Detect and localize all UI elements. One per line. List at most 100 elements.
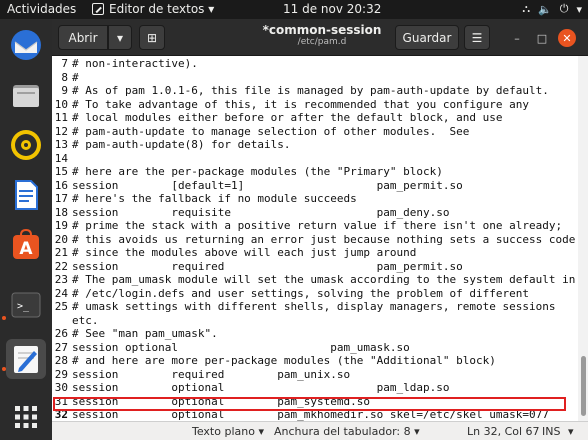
maximize-button[interactable]: □: [533, 29, 551, 47]
line-number: 23: [54, 273, 68, 286]
tray-menu-icon: ▾: [576, 2, 582, 16]
power-icon: ⏻: [559, 2, 569, 15]
code-line[interactable]: 21 # since the modules above will each ju…: [52, 246, 417, 260]
code-line[interactable]: 7 # non-interactive).: [52, 57, 198, 71]
open-button[interactable]: Abrir: [58, 25, 108, 50]
line-number: 14: [54, 151, 68, 165]
system-tray[interactable]: ⛬ 🔈 ⏻ ▾: [522, 2, 582, 16]
dock-thunderbird[interactable]: [6, 25, 46, 65]
line-text: # As of pam 1.0.1-6, this file is manage…: [72, 84, 549, 97]
line-text: # non-interactive).: [72, 57, 198, 70]
code-line[interactable]: 23 # The pam_umask module will set the um…: [52, 273, 576, 287]
tab-width-selector[interactable]: Anchura del tabulador: 8 ▾: [274, 425, 420, 438]
open-recent-dropdown[interactable]: ▾: [108, 25, 132, 50]
line-number: 29: [54, 367, 68, 381]
code-line[interactable]: 11 # local modules either before or after…: [52, 111, 503, 125]
app-menu-label: Editor de textos ▾: [109, 2, 215, 16]
show-applications[interactable]: [6, 397, 46, 437]
dock-software[interactable]: A: [6, 225, 46, 265]
cursor-position[interactable]: Ln 32, Col 67: [467, 425, 540, 438]
scrollbar-thumb[interactable]: [581, 356, 586, 416]
text-editor-icon: [14, 346, 38, 373]
code-line[interactable]: 15 # here are the per-package modules (th…: [52, 165, 443, 179]
line-text: # and here are more per-package modules …: [72, 354, 496, 367]
line-text: # this avoids us returning an error just…: [72, 232, 576, 246]
top-bar: Actividades Editor de textos ▾ 11 de nov…: [0, 0, 588, 19]
line-number: 26: [54, 327, 68, 340]
activities-button[interactable]: Actividades: [7, 2, 76, 16]
line-number: 20: [54, 232, 68, 246]
code-line[interactable]: 26 # See "man pam_umask".: [52, 327, 218, 341]
line-number: 27: [54, 340, 68, 354]
files-icon: [13, 85, 39, 107]
code-line[interactable]: 25 # umask settings with different shells…: [52, 300, 556, 314]
dock: A >_: [0, 19, 52, 440]
clock[interactable]: 11 de nov 20:32: [283, 2, 381, 16]
code-line[interactable]: 27 session optional pam_umask.so: [52, 341, 410, 355]
close-icon: ✕: [562, 31, 572, 45]
open-button-label: Abrir: [68, 30, 98, 45]
code-line[interactable]: etc.: [52, 314, 99, 328]
menu-button[interactable]: ☰: [464, 25, 490, 50]
dock-files[interactable]: [6, 75, 46, 115]
text-editor-icon: [92, 3, 104, 15]
line-text: session requisite pam_deny.so: [72, 205, 450, 219]
line-number: 9: [61, 84, 68, 97]
line-number: 19: [54, 219, 68, 232]
dock-writer[interactable]: [6, 175, 46, 215]
code-line[interactable]: 30 session optional pam_ldap.so: [52, 381, 450, 395]
document-title: *common-session: [262, 23, 382, 37]
line-number: 13: [54, 138, 68, 151]
app-menu[interactable]: Editor de textos ▾: [92, 2, 214, 16]
code-line[interactable]: 29 session required pam_unix.so: [52, 368, 350, 382]
code-line[interactable]: 12 # pam-auth-update to manage selection …: [52, 125, 470, 139]
vertical-scrollbar[interactable]: [578, 56, 588, 421]
line-number: 10: [54, 97, 68, 111]
code-line[interactable]: 17 # here's the fallback if no module suc…: [52, 192, 357, 206]
code-line[interactable]: 20 # this avoids us returning an error ju…: [52, 232, 576, 247]
line-number: 30: [54, 381, 68, 394]
dock-text-editor[interactable]: [6, 339, 46, 379]
save-button-label: Guardar: [402, 30, 452, 45]
syntax-selector[interactable]: Texto plano ▾: [192, 425, 264, 438]
insert-mode[interactable]: INS: [542, 425, 560, 438]
dock-terminal[interactable]: >_: [6, 285, 46, 325]
code-line[interactable]: 24 # /etc/login.defs and user settings, s…: [52, 287, 529, 301]
save-button[interactable]: Guardar: [395, 25, 459, 50]
new-tab-button[interactable]: ⊞: [139, 25, 165, 50]
document-path: /etc/pam.d: [297, 37, 347, 47]
insert-mode-dropdown[interactable]: ▾: [568, 425, 574, 438]
code-line[interactable]: 28 # and here are more per-package module…: [52, 354, 496, 368]
line-number: 28: [54, 354, 68, 367]
code-line[interactable]: 16 session [default=1] pam_permit.so: [52, 179, 463, 193]
line-text: # /etc/login.defs and user settings, sol…: [72, 286, 529, 300]
line-text: session required pam_unix.so: [72, 367, 351, 381]
close-button[interactable]: ✕: [558, 29, 576, 47]
line-number: 18: [54, 205, 68, 219]
code-line[interactable]: 14: [52, 152, 72, 166]
header-bar: Abrir ▾ ⊞ *common-session /etc/pam.d Gua…: [52, 19, 588, 56]
dock-rhythmbox[interactable]: [6, 125, 46, 165]
code-line[interactable]: 18 session requisite pam_deny.so: [52, 206, 450, 220]
minimize-icon: –: [514, 31, 520, 45]
code-line[interactable]: 8 #: [52, 71, 78, 85]
line-text: # here are the per-package modules (the …: [72, 165, 443, 178]
new-tab-icon: ⊞: [146, 30, 158, 45]
minimize-button[interactable]: –: [508, 29, 526, 47]
terminal-icon: >_: [11, 292, 41, 318]
hamburger-menu-icon: ☰: [471, 30, 483, 45]
text-view[interactable]: 7 # non-interactive). 8 #9 # As of pam 1.0.1…: [52, 56, 588, 421]
line-text: session [default=1] pam_permit.so: [72, 178, 463, 192]
code-line[interactable]: 13 # pam-auth-update(8) for details.: [52, 138, 291, 152]
line-text: session optional pam_ldap.so: [72, 381, 450, 394]
code-line[interactable]: 22 session required pam_permit.so: [52, 260, 463, 274]
code-line[interactable]: 9 # As of pam 1.0.1-6, this file is manag…: [52, 84, 549, 98]
code-line[interactable]: 19 # prime the stack with a positive retu…: [52, 219, 562, 233]
rhythmbox-icon: [11, 130, 41, 160]
status-bar: Texto plano ▾ Anchura del tabulador: 8 ▾…: [52, 421, 588, 440]
line-text: # See "man pam_umask".: [72, 327, 218, 340]
line-number: 17: [54, 192, 68, 205]
code-line[interactable]: 10 # To take advantage of this, it is rec…: [52, 98, 529, 112]
line-number: 7: [61, 57, 68, 70]
line-text: # The pam_umask module will set the umas…: [72, 273, 576, 286]
